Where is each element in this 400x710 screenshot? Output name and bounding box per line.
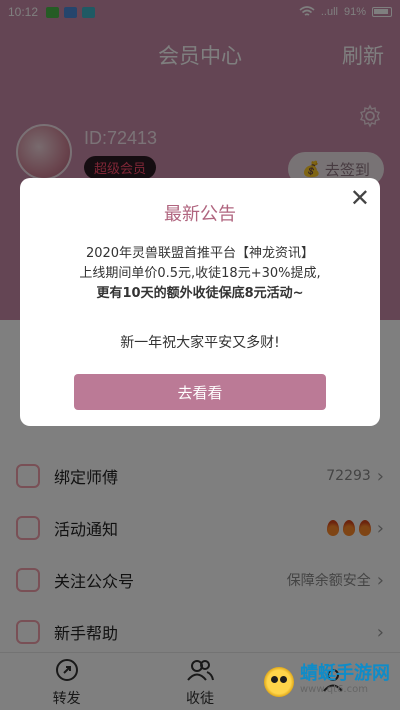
modal-body: 2020年灵兽联盟首推平台【神龙资讯】 上线期间单价0.5元,收徒18元+30%… (38, 244, 362, 304)
modal-title: 最新公告 (164, 204, 236, 225)
dragonfly-logo-icon (264, 667, 294, 697)
modal-line: 更有10天的额外收徒保底8元活动~ (96, 286, 304, 301)
view-button[interactable]: 去看看 (74, 374, 326, 410)
watermark-site: www.qt6.com (300, 684, 368, 695)
watermark-text: 蜻蜓手游网 www.qt6.com (300, 663, 390, 698)
watermark-brand: 蜻蜓手游网 (300, 663, 390, 684)
watermark: 蜻蜓手游网 www.qt6.com (264, 663, 390, 698)
modal-line: 上线期间单价0.5元,收徒18元+30%提成, (79, 266, 321, 281)
modal-line: 2020年灵兽联盟首推平台【神龙资讯】 (85, 246, 315, 261)
announcement-modal: ✕ 最新公告 2020年灵兽联盟首推平台【神龙资讯】 上线期间单价0.5元,收徒… (20, 178, 380, 426)
modal-greeting: 新一年祝大家平安又多财! (120, 335, 280, 351)
